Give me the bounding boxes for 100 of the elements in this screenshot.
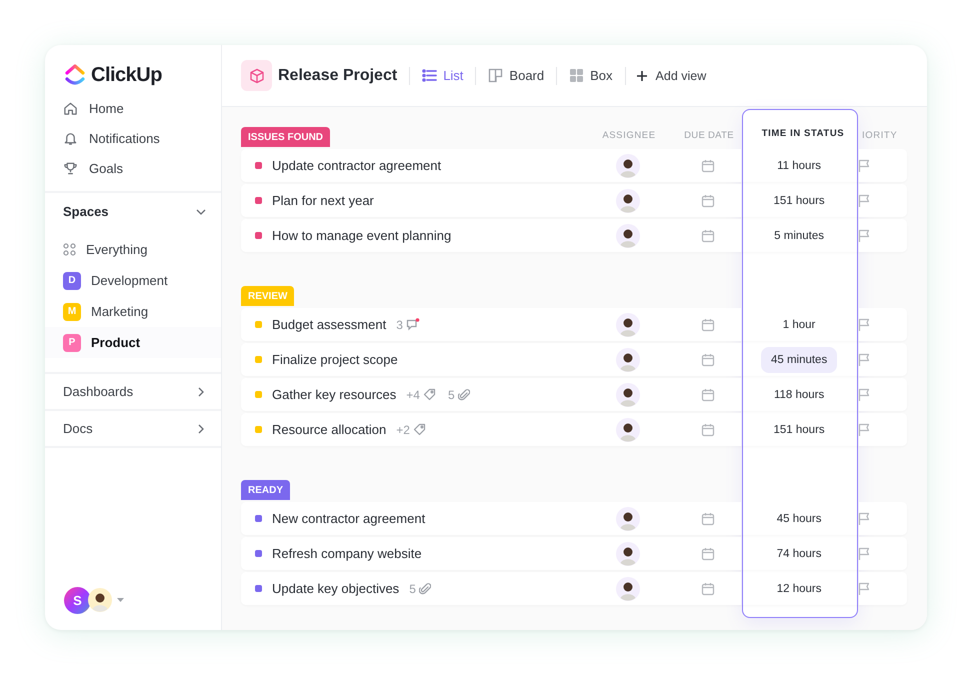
tag-icon bbox=[422, 388, 436, 401]
time-in-status: 151 hours bbox=[772, 422, 826, 438]
calendar-icon[interactable] bbox=[701, 158, 716, 172]
user-avatar[interactable]: S bbox=[64, 586, 91, 614]
trophy-icon bbox=[63, 160, 78, 176]
flag-icon[interactable] bbox=[856, 352, 871, 366]
task-row[interactable]: Update key objectives 5 12 hours bbox=[241, 572, 907, 605]
calendar-icon[interactable] bbox=[701, 228, 716, 242]
task-row[interactable]: Resource allocation +2 151 hours bbox=[241, 413, 907, 446]
grid-icon bbox=[569, 68, 584, 83]
time-in-status: 74 hours bbox=[776, 546, 822, 562]
person-avatar bbox=[616, 188, 640, 212]
person-avatar bbox=[616, 418, 640, 442]
view-tab[interactable]: List bbox=[410, 68, 476, 83]
task-title: Gather key resources bbox=[272, 387, 396, 402]
sidebar-section[interactable]: Docs bbox=[45, 411, 221, 446]
space-item[interactable]: Everything bbox=[45, 234, 221, 265]
status-tag: ISSUES FOUND bbox=[241, 127, 330, 147]
task-title: Refresh company website bbox=[272, 546, 422, 561]
calendar-icon[interactable] bbox=[701, 194, 716, 208]
tag-icon bbox=[412, 423, 426, 436]
time-in-status: 5 minutes bbox=[773, 228, 826, 244]
column-header: IORITY bbox=[862, 130, 898, 141]
task-row[interactable]: Update contractor agreement 11 hours bbox=[241, 149, 907, 182]
task-title: Resource allocation bbox=[272, 422, 386, 437]
calendar-icon[interactable] bbox=[701, 422, 716, 436]
task-row[interactable]: New contractor agreement 45 hours bbox=[241, 502, 907, 535]
paperclip-icon bbox=[458, 388, 470, 401]
column-header: TIME IN STATUS bbox=[760, 128, 846, 139]
nav-item[interactable]: Goals bbox=[45, 153, 221, 183]
list-icon bbox=[422, 68, 438, 83]
task-title: New contractor agreement bbox=[272, 511, 426, 526]
calendar-icon[interactable] bbox=[701, 352, 716, 366]
home-icon bbox=[63, 100, 78, 116]
project-title: Release Project bbox=[278, 66, 398, 84]
column-header: DUE DATE bbox=[683, 130, 735, 141]
space-avatar: M bbox=[63, 302, 81, 320]
plus-icon bbox=[636, 70, 648, 82]
task-row[interactable]: How to manage event planning 5 minutes bbox=[241, 219, 907, 252]
view-tab[interactable]: Board bbox=[476, 68, 556, 83]
space-item[interactable]: M Marketing bbox=[45, 296, 221, 327]
task-title: Budget assessment bbox=[272, 317, 386, 332]
task-title: Finalize project scope bbox=[272, 352, 398, 367]
task-row[interactable]: Finalize project scope 45 minutes bbox=[241, 343, 907, 376]
person-avatar bbox=[616, 154, 640, 178]
paperclip-icon bbox=[418, 582, 431, 595]
task-row[interactable]: Plan for next year 151 hours bbox=[241, 184, 907, 217]
person-avatar bbox=[88, 588, 112, 612]
caret-icon[interactable] bbox=[117, 598, 124, 602]
task-title: Update key objectives bbox=[272, 581, 400, 596]
flag-icon[interactable] bbox=[856, 512, 871, 526]
status-tag: REVIEW bbox=[241, 286, 294, 306]
flag-icon[interactable] bbox=[856, 388, 871, 402]
flag-icon[interactable] bbox=[856, 582, 871, 596]
add-view-button[interactable]: Add view bbox=[626, 68, 718, 82]
person-avatar bbox=[616, 348, 640, 372]
flag-icon[interactable] bbox=[856, 158, 871, 172]
task-title: How to manage event planning bbox=[272, 228, 452, 243]
calendar-icon[interactable] bbox=[701, 318, 716, 332]
space-item[interactable]: D Development bbox=[45, 265, 221, 296]
task-row[interactable]: Budget assessment 3 1 hour bbox=[241, 308, 907, 341]
time-in-status: 12 hours bbox=[776, 582, 822, 596]
flag-icon[interactable] bbox=[856, 422, 871, 436]
sidebar-section[interactable]: Dashboards bbox=[45, 374, 221, 409]
time-in-status: 118 hours bbox=[772, 388, 826, 402]
column-header: ASSIGNEE bbox=[601, 130, 657, 141]
time-in-status: 1 hour bbox=[782, 318, 816, 332]
calendar-icon[interactable] bbox=[701, 512, 716, 526]
person-avatar bbox=[616, 542, 640, 566]
section-title: Spaces bbox=[63, 204, 109, 219]
cube-icon bbox=[241, 60, 272, 91]
person-avatar bbox=[616, 506, 640, 530]
task-title: Update contractor agreement bbox=[272, 158, 442, 173]
person-avatar bbox=[616, 382, 640, 406]
calendar-icon[interactable] bbox=[701, 388, 716, 402]
task-row[interactable]: Gather key resources +4 5 118 hours bbox=[241, 378, 907, 411]
task-row[interactable]: Refresh company website 74 hours bbox=[241, 537, 907, 570]
space-item[interactable]: P Product bbox=[45, 327, 221, 358]
time-in-status: 11 hours bbox=[776, 158, 822, 174]
task-title: Plan for next year bbox=[272, 193, 374, 208]
flag-icon[interactable] bbox=[856, 228, 871, 242]
time-in-status: 151 hours bbox=[772, 194, 826, 208]
nav-item[interactable]: Notifications bbox=[45, 123, 221, 153]
person-avatar bbox=[616, 224, 640, 248]
person-avatar bbox=[616, 576, 640, 600]
view-tab[interactable]: Box bbox=[557, 68, 625, 83]
flag-icon[interactable] bbox=[856, 194, 871, 208]
time-in-status: 45 minutes bbox=[760, 346, 838, 372]
nav-item[interactable]: Home bbox=[45, 93, 221, 123]
space-avatar: P bbox=[63, 334, 81, 352]
logo-icon bbox=[64, 64, 86, 86]
calendar-icon[interactable] bbox=[701, 546, 716, 560]
calendar-icon[interactable] bbox=[701, 582, 716, 596]
grid-icon bbox=[63, 243, 76, 256]
board-icon bbox=[488, 68, 504, 83]
logo-text: ClickUp bbox=[91, 64, 162, 86]
time-in-status: 45 hours bbox=[776, 512, 822, 526]
flag-icon[interactable] bbox=[856, 318, 871, 332]
space-avatar: D bbox=[63, 272, 81, 290]
flag-icon[interactable] bbox=[856, 546, 871, 560]
